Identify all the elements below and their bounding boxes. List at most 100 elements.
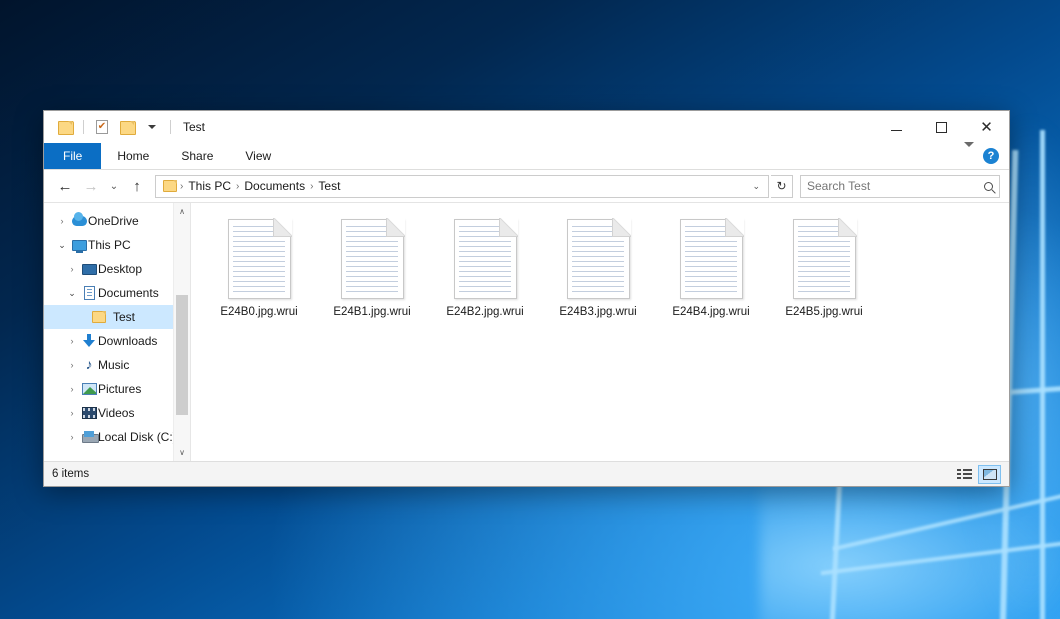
- music-icon: ♪: [80, 358, 98, 372]
- qat-divider: [170, 120, 171, 134]
- chevron-down-icon[interactable]: ⌄: [54, 240, 70, 251]
- sidebar-item-pictures[interactable]: › Pictures: [44, 377, 190, 401]
- tab-home[interactable]: Home: [101, 143, 165, 169]
- up-button[interactable]: ↑: [125, 174, 149, 198]
- sidebar-item-onedrive[interactable]: › OneDrive: [44, 209, 190, 233]
- file-name: E24B4.jpg.wrui: [672, 306, 749, 318]
- videos-icon: [80, 407, 98, 419]
- chevron-right-icon[interactable]: ›: [64, 384, 80, 394]
- file-name: E24B3.jpg.wrui: [559, 306, 636, 318]
- close-button[interactable]: ✕: [964, 111, 1009, 143]
- details-view-button[interactable]: [953, 465, 976, 484]
- navigation-pane: › OneDrive ⌄ This PC › Desktop ⌄: [44, 203, 190, 461]
- sidebar-item-label: This PC: [88, 238, 131, 252]
- breadcrumb-item-this-pc[interactable]: This PC: [184, 179, 235, 193]
- maximize-button[interactable]: [919, 111, 964, 143]
- properties-check-glyph: ✔: [96, 120, 108, 134]
- chevron-right-icon[interactable]: ›: [64, 360, 80, 370]
- file-name: E24B1.jpg.wrui: [333, 306, 410, 318]
- file-item[interactable]: E24B0.jpg.wrui: [205, 215, 313, 324]
- minimize-button[interactable]: [874, 111, 919, 143]
- new-folder-icon[interactable]: [117, 117, 137, 137]
- file-explorer-window: ✔ Test ✕ File Home Share View: [43, 110, 1010, 487]
- chevron-right-icon[interactable]: ›: [64, 336, 80, 346]
- document-file-icon: [680, 219, 743, 299]
- disk-icon: [80, 431, 98, 443]
- file-item[interactable]: E24B4.jpg.wrui: [657, 215, 765, 324]
- window-title: Test: [183, 120, 205, 134]
- document-file-icon: [228, 219, 291, 299]
- search-input[interactable]: [807, 179, 984, 193]
- sidebar-item-label: Documents: [98, 286, 159, 300]
- scroll-down-icon[interactable]: ∨: [174, 444, 190, 461]
- documents-icon: [80, 286, 98, 300]
- chevron-right-icon[interactable]: ›: [64, 432, 80, 442]
- sidebar-item-desktop[interactable]: › Desktop: [44, 257, 190, 281]
- file-name: E24B0.jpg.wrui: [220, 306, 297, 318]
- sidebar-item-downloads[interactable]: › Downloads: [44, 329, 190, 353]
- wallpaper-glow: [760, 470, 1060, 619]
- quick-access-toolbar: ✔: [44, 117, 174, 137]
- chevron-right-icon[interactable]: ›: [54, 216, 70, 226]
- scrollbar-thumb[interactable]: [176, 295, 188, 415]
- sidebar-item-music[interactable]: › ♪ Music: [44, 353, 190, 377]
- file-item[interactable]: E24B1.jpg.wrui: [318, 215, 426, 324]
- chevron-right-icon[interactable]: ›: [64, 264, 80, 274]
- sidebar-item-this-pc[interactable]: ⌄ This PC: [44, 233, 190, 257]
- sidebar-item-test[interactable]: Test: [44, 305, 190, 329]
- desktop-wallpaper: ✔ Test ✕ File Home Share View: [0, 0, 1060, 619]
- computer-icon: [70, 240, 88, 251]
- chevron-right-icon[interactable]: ›: [64, 408, 80, 418]
- large-icons-view-button[interactable]: [978, 465, 1001, 484]
- sidebar-item-documents[interactable]: ⌄ Documents: [44, 281, 190, 305]
- status-bar: 6 items: [44, 461, 1009, 486]
- address-bar[interactable]: › This PC › Documents › Test ⌄: [155, 175, 769, 198]
- tab-file[interactable]: File: [44, 143, 101, 169]
- folder-icon[interactable]: [55, 117, 75, 137]
- breadcrumb-item-test[interactable]: Test: [314, 179, 344, 193]
- sidebar-item-videos[interactable]: › Videos: [44, 401, 190, 425]
- file-grid: E24B0.jpg.wrui E24B1.jpg.wrui E24B2.jpg.…: [205, 215, 1009, 324]
- document-file-icon: [567, 219, 630, 299]
- chevron-down-icon[interactable]: ⌄: [64, 288, 80, 299]
- file-item[interactable]: E24B2.jpg.wrui: [431, 215, 539, 324]
- sidebar-item-local-disk[interactable]: › Local Disk (C:): [44, 425, 190, 449]
- file-name: E24B5.jpg.wrui: [785, 306, 862, 318]
- tab-share[interactable]: Share: [165, 143, 229, 169]
- title-bar: ✔ Test ✕: [44, 111, 1009, 143]
- file-list-pane[interactable]: E24B0.jpg.wrui E24B1.jpg.wrui E24B2.jpg.…: [190, 203, 1009, 461]
- expand-ribbon-chevron-down-icon[interactable]: [964, 147, 974, 165]
- cloud-icon: [70, 216, 88, 226]
- breadcrumb-item-documents[interactable]: Documents: [240, 179, 309, 193]
- sidebar-item-label: Desktop: [98, 262, 142, 276]
- sidebar-item-label: Local Disk (C:): [98, 430, 177, 444]
- qat-divider: [83, 120, 84, 134]
- scroll-up-icon[interactable]: ∧: [174, 203, 190, 220]
- address-dropdown-chevron-down-icon[interactable]: ⌄: [747, 181, 765, 192]
- search-box[interactable]: [800, 175, 1000, 198]
- tab-view[interactable]: View: [229, 143, 287, 169]
- recent-locations-chevron-down-icon[interactable]: ⌄: [105, 174, 123, 198]
- navigation-bar: ← → ⌄ ↑ › This PC › Documents › Test ⌄ ↻: [44, 170, 1009, 202]
- ribbon-tab-bar: File Home Share View ?: [44, 143, 1009, 170]
- desktop-icon: [80, 264, 98, 275]
- forward-button: →: [79, 174, 103, 198]
- sidebar-item-label: Downloads: [98, 334, 157, 348]
- file-item[interactable]: E24B5.jpg.wrui: [770, 215, 878, 324]
- file-item[interactable]: E24B3.jpg.wrui: [544, 215, 652, 324]
- properties-icon[interactable]: ✔: [92, 117, 112, 137]
- sidebar-item-label: Music: [98, 358, 129, 372]
- pictures-icon: [80, 383, 98, 395]
- sidebar-scrollbar[interactable]: ∧ ∨: [173, 203, 190, 461]
- refresh-button[interactable]: ↻: [771, 175, 793, 198]
- sidebar-item-label: Test: [113, 310, 135, 324]
- search-icon: [984, 182, 993, 191]
- help-icon[interactable]: ?: [983, 148, 999, 164]
- item-count-label: 6 items: [52, 468, 89, 480]
- window-controls: ✕: [874, 111, 1009, 143]
- qat-customize-chevron-down-icon[interactable]: [142, 117, 162, 137]
- document-file-icon: [793, 219, 856, 299]
- back-button[interactable]: ←: [53, 174, 77, 198]
- sidebar-item-label: OneDrive: [88, 214, 139, 228]
- address-folder-icon: [161, 180, 179, 192]
